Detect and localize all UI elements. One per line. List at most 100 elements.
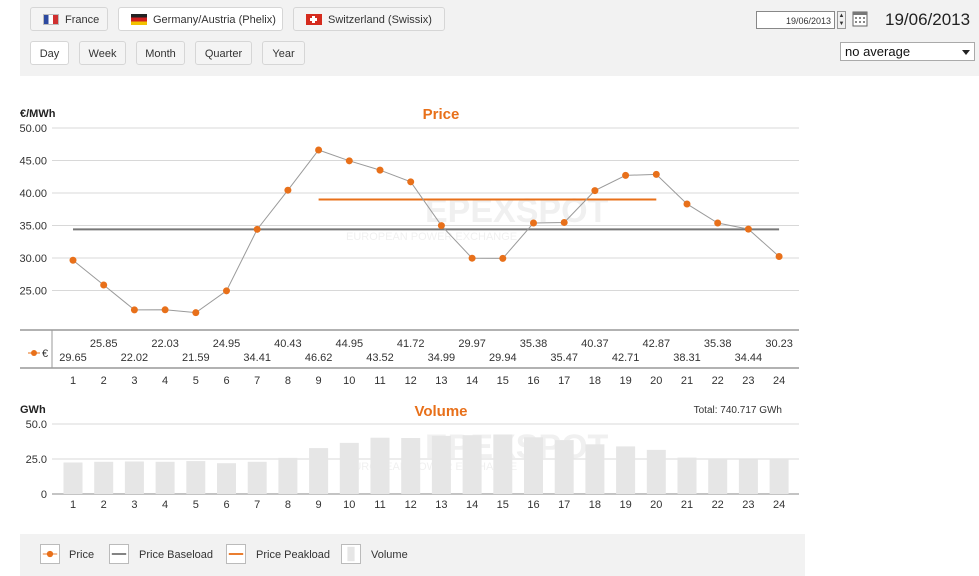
x-tick-label: 17 bbox=[558, 499, 570, 511]
volume-bar bbox=[278, 457, 298, 494]
x-tick-label: 12 bbox=[405, 499, 417, 511]
x-tick-label: 1 bbox=[70, 375, 76, 387]
price-point bbox=[714, 219, 722, 227]
data-label: 24.95 bbox=[213, 338, 241, 350]
x-tick-label: 7 bbox=[254, 375, 260, 387]
x-tick-label: 10 bbox=[343, 499, 355, 511]
x-tick-label: 21 bbox=[681, 375, 693, 387]
data-label: 29.94 bbox=[489, 352, 517, 364]
x-tick-label: 7 bbox=[254, 499, 260, 511]
x-tick-label: 6 bbox=[223, 375, 229, 387]
data-label: 34.99 bbox=[428, 352, 456, 364]
price-point bbox=[591, 187, 599, 195]
volume-y-axis-label: GWh bbox=[20, 404, 46, 416]
x-tick-label: 17 bbox=[558, 375, 570, 387]
x-tick-label: 8 bbox=[285, 499, 291, 511]
x-tick-label: 14 bbox=[466, 375, 478, 387]
x-tick-label: 18 bbox=[589, 375, 601, 387]
volume-bar bbox=[124, 461, 144, 494]
y-tick-label: 0 bbox=[41, 489, 47, 501]
price-point bbox=[192, 309, 200, 317]
x-tick-label: 5 bbox=[193, 499, 199, 511]
x-tick-label: 16 bbox=[527, 375, 539, 387]
data-label: 22.03 bbox=[151, 338, 179, 350]
data-label: 35.38 bbox=[520, 338, 548, 350]
table-legend-dot bbox=[31, 350, 37, 356]
x-tick-label: 3 bbox=[131, 375, 137, 387]
volume-bar bbox=[309, 448, 329, 494]
volume-bar bbox=[585, 444, 605, 494]
legend-item-peakload[interactable]: Price Peakload bbox=[226, 534, 330, 576]
data-label: 22.02 bbox=[121, 352, 149, 364]
data-label: 35.47 bbox=[550, 352, 578, 364]
volume-bar bbox=[524, 437, 543, 494]
volume-bar bbox=[462, 435, 482, 494]
price-point bbox=[253, 225, 261, 233]
legend-label: Volume bbox=[371, 549, 408, 561]
legend-item-volume[interactable]: Volume bbox=[341, 534, 408, 576]
x-tick-label: 20 bbox=[650, 499, 662, 511]
x-tick-label: 1 bbox=[70, 499, 76, 511]
volume-bar bbox=[186, 461, 206, 494]
legend-item-price[interactable]: Price bbox=[40, 534, 94, 576]
volume-bar bbox=[646, 449, 666, 494]
price-line-dot-icon bbox=[40, 544, 60, 564]
y-tick-label: 30.00 bbox=[19, 253, 47, 265]
x-tick-label: 20 bbox=[650, 375, 662, 387]
y-tick-label: 50.00 bbox=[19, 123, 47, 135]
price-point bbox=[437, 222, 445, 230]
price-point bbox=[622, 171, 630, 179]
volume-bar bbox=[677, 457, 697, 494]
price-point bbox=[100, 281, 108, 289]
x-tick-label: 12 bbox=[405, 375, 417, 387]
price-point bbox=[223, 287, 230, 295]
volume-bar bbox=[738, 459, 758, 494]
data-label: 46.62 bbox=[305, 352, 333, 364]
x-tick-label: 4 bbox=[162, 375, 168, 387]
data-label: 34.41 bbox=[243, 352, 271, 364]
data-label: 43.52 bbox=[366, 352, 394, 364]
charts-area: EPEXSPOT EUROPEAN POWER EXCHANGE EPEXSPO… bbox=[19, 106, 799, 511]
y-tick-label: 40.00 bbox=[19, 188, 47, 200]
data-label: 29.97 bbox=[458, 338, 486, 350]
volume-bar bbox=[769, 459, 789, 494]
volume-bar bbox=[370, 437, 390, 494]
volume-bar bbox=[155, 461, 175, 494]
x-tick-label: 8 bbox=[285, 375, 291, 387]
data-label: 41.72 bbox=[397, 338, 425, 350]
price-point bbox=[744, 225, 752, 233]
volume-bar bbox=[247, 461, 267, 494]
data-label: 38.31 bbox=[673, 352, 701, 364]
price-point bbox=[284, 186, 292, 194]
y-tick-label: 45.00 bbox=[19, 156, 47, 168]
x-tick-label: 11 bbox=[374, 499, 385, 511]
volume-bar-icon bbox=[341, 544, 361, 564]
x-tick-label: 15 bbox=[497, 499, 509, 511]
volume-bar bbox=[493, 434, 513, 494]
price-point bbox=[130, 306, 138, 314]
x-tick-label: 10 bbox=[343, 375, 355, 387]
y-tick-label: 50.0 bbox=[26, 419, 47, 431]
price-point bbox=[407, 178, 415, 186]
x-tick-label: 23 bbox=[742, 499, 754, 511]
baseload-line-icon bbox=[109, 544, 129, 564]
volume-bar bbox=[94, 461, 114, 494]
price-point bbox=[775, 253, 783, 261]
x-tick-label: 6 bbox=[223, 499, 229, 511]
x-tick-label: 18 bbox=[589, 499, 601, 511]
y-tick-label: 25.0 bbox=[26, 454, 47, 466]
x-tick-label: 9 bbox=[316, 375, 322, 387]
price-point bbox=[376, 166, 384, 174]
price-point bbox=[683, 200, 691, 208]
data-label: 30.23 bbox=[765, 338, 793, 350]
legend-item-baseload[interactable]: Price Baseload bbox=[109, 534, 213, 576]
x-tick-label: 24 bbox=[773, 499, 785, 511]
price-point bbox=[468, 254, 476, 262]
volume-bar bbox=[431, 435, 451, 494]
volume-bar bbox=[217, 463, 236, 494]
x-tick-label: 2 bbox=[101, 499, 107, 511]
volume-bar bbox=[339, 442, 359, 494]
data-label: 42.87 bbox=[643, 338, 671, 350]
data-label: 25.85 bbox=[90, 338, 118, 350]
x-tick-label: 22 bbox=[712, 375, 724, 387]
